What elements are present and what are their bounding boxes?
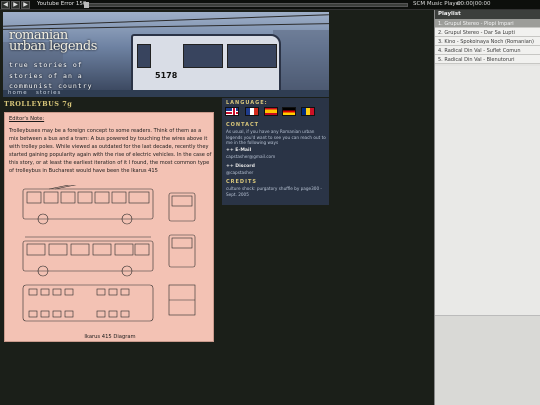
article-body: Trolleybuses may be a foreign concept to… (9, 128, 212, 174)
site-title[interactable]: romanian urban legends (9, 29, 97, 54)
nav-stories-link[interactable]: stories (36, 90, 61, 96)
bus-window (227, 44, 277, 68)
player-status: Youtube Error 150 (37, 1, 87, 7)
playlist-item[interactable]: 1. Grupul Stereo - Plopi Impari (435, 19, 540, 28)
bus-window (183, 44, 223, 68)
previous-icon: ◀ (3, 1, 8, 8)
playlist-item[interactable]: 4. Radical Din Val - Suflet Comun (435, 46, 540, 55)
main-nav: home stories (3, 90, 329, 97)
article-title: TROLLEYBUS 7g (4, 100, 73, 108)
email-label: ++ E-Mail (226, 148, 252, 153)
next-track-button[interactable]: ▶ (21, 1, 30, 9)
playlist-panel: Playlist 1. Grupul Stereo - Plopi Impari… (434, 10, 540, 405)
credits-text: culture shock: purgatory shuffle by page… (226, 186, 322, 197)
france-flag-icon[interactable] (245, 107, 259, 116)
seek-handle[interactable] (84, 2, 89, 8)
contact-heading: CONTACT (226, 122, 260, 128)
discord-value[interactable]: @capstasher (226, 170, 326, 176)
music-player-bar: ◀ ▶ ▶ Youtube Error 150 SCM Music Player… (0, 0, 540, 10)
romania-flag-icon[interactable] (301, 107, 315, 116)
site-title-line2: urban legends (9, 39, 97, 54)
editor-note-heading: Editor's Note: (9, 116, 45, 122)
email-value[interactable]: capstasher@gmail.com (226, 154, 326, 160)
spain-flag-icon[interactable] (264, 107, 278, 116)
site-tagline: true stories of stories of an a communis… (9, 61, 93, 90)
player-time: 00:00|00:00 (457, 1, 491, 7)
seek-bar[interactable] (86, 3, 408, 7)
playlist-header: Playlist (435, 10, 540, 19)
language-heading: LANGUAGE: (226, 100, 268, 106)
header-banner: 5178 romanian urban legends true stories… (3, 12, 329, 90)
banner-building (273, 30, 329, 90)
playlist-item[interactable]: 5. Radical Din Val - Blenutoruri (435, 55, 540, 64)
play-icon: ▶ (13, 1, 18, 8)
credits-heading: CREDITS (226, 179, 257, 185)
play-button[interactable]: ▶ (11, 1, 20, 9)
diagram-caption: Ikarus 415 Diagram (84, 334, 136, 340)
germany-flag-icon[interactable] (282, 107, 296, 116)
playlist-item[interactable]: 3. Kino - Spokoinaya Noch (Romanian) (435, 37, 540, 46)
contact-text: As usual, if you have any Romanian urban… (226, 129, 326, 146)
nav-home-link[interactable]: home (8, 90, 28, 96)
uk-flag-icon[interactable] (225, 107, 239, 116)
playlist-item[interactable]: 2. Grupul Stereo - Dar Sa Lupti (435, 28, 540, 37)
article-panel: Editor's Note: Trolleybuses may be a for… (4, 112, 214, 342)
previous-track-button[interactable]: ◀ (1, 1, 10, 9)
playlist-empty-area (435, 66, 540, 316)
bus-number: 5178 (155, 71, 178, 80)
playlist-footer (435, 316, 540, 405)
player-app-name: SCM Music Player (413, 1, 462, 7)
bus-window (137, 44, 151, 68)
discord-label: ++ Discord (226, 164, 255, 169)
info-panel: LANGUAGE: CONTACT As usual, if you have … (222, 98, 329, 205)
trolleybus-image: 5178 (131, 34, 281, 90)
next-icon: ▶ (23, 1, 28, 8)
ikarus-415-diagram (22, 185, 196, 322)
